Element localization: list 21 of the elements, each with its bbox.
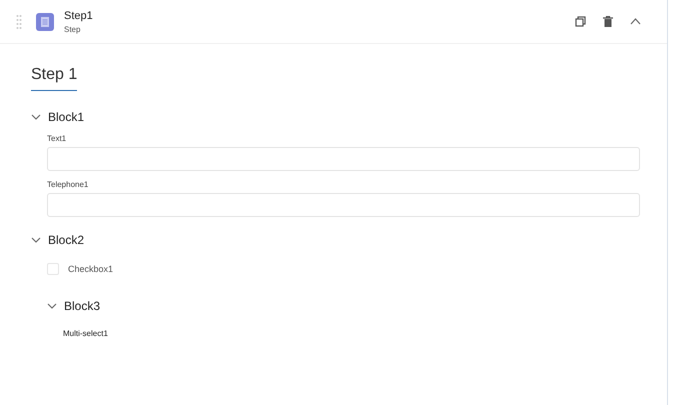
checkbox-label: Checkbox1 xyxy=(68,264,114,274)
multi-select-label: Multi-select1 xyxy=(63,329,108,338)
field-label: Text1 xyxy=(47,134,68,143)
input-field[interactable] xyxy=(47,193,640,217)
step-title: Step1 xyxy=(64,10,93,22)
block-toggle[interactable]: Block3 xyxy=(47,299,100,313)
drag-handle-icon[interactable] xyxy=(16,14,22,30)
copy-icon[interactable] xyxy=(575,16,586,27)
document-icon xyxy=(36,12,54,30)
field-label: Telephone1 xyxy=(47,180,90,189)
chevron-icon xyxy=(31,112,41,122)
block-toggle[interactable]: Block1 xyxy=(31,110,84,124)
chevron-icon xyxy=(31,235,41,245)
checkbox[interactable] xyxy=(47,263,59,275)
trash-icon[interactable] xyxy=(603,16,613,27)
input-field[interactable] xyxy=(47,147,640,171)
step-type: Step xyxy=(64,24,82,34)
step-heading: Step 1 xyxy=(31,66,78,91)
chevron-icon xyxy=(47,301,57,311)
collapse-icon[interactable] xyxy=(630,18,641,25)
block-toggle[interactable]: Block2 xyxy=(31,233,84,247)
